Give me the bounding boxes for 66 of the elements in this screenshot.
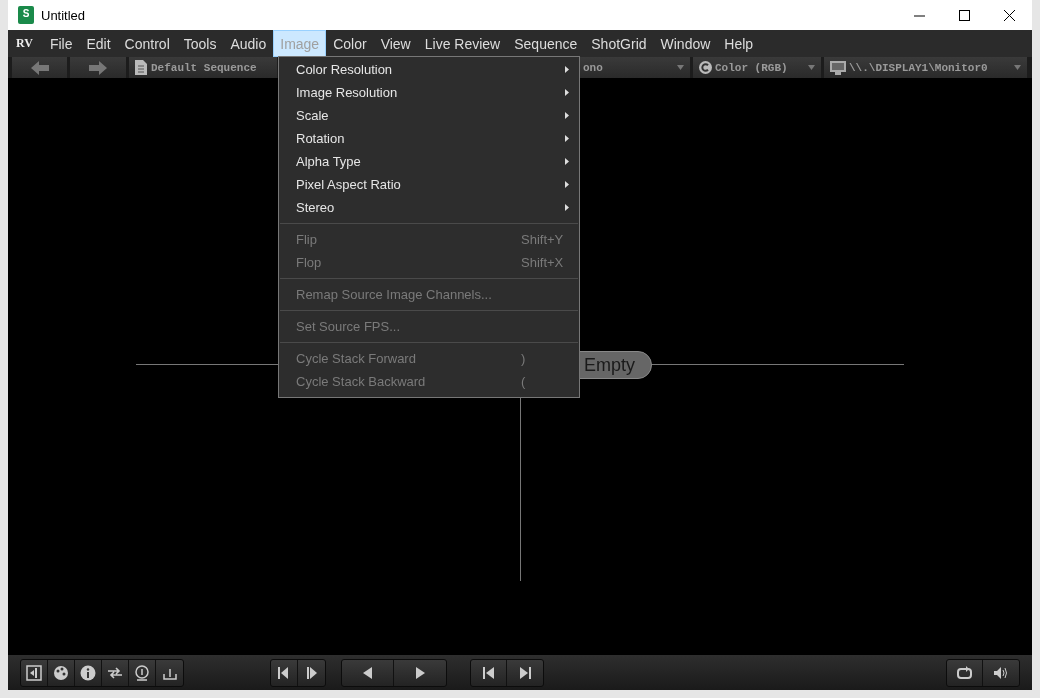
display-name: \\.\DISPLAY1\Monitor0: [849, 61, 988, 74]
menu-item[interactable]: Help: [717, 30, 761, 57]
submenu-item[interactable]: Stereo: [279, 196, 579, 219]
left-arrow-icon: [30, 60, 49, 75]
sidebar-icon: [26, 664, 42, 681]
submenu-arrow-icon: [565, 181, 569, 188]
color-dropdown[interactable]: Color (RGB): [693, 57, 821, 78]
color-icon: [699, 61, 712, 74]
color-mode: Color (RGB): [715, 61, 788, 74]
submenu-arrow-icon: [565, 204, 569, 211]
loop-icon: [956, 664, 973, 681]
menu-item[interactable]: Control: [117, 30, 177, 57]
menu-item[interactable]: File: [42, 30, 80, 57]
menu-item[interactable]: Audio: [223, 30, 274, 57]
shortcut-label: (: [521, 374, 527, 389]
submenu-item[interactable]: Image Resolution: [279, 81, 579, 104]
caret-icon: [808, 65, 815, 70]
maximize-icon[interactable]: [959, 9, 970, 21]
display-dropdown[interactable]: \\.\DISPLAY1\Monitor0: [824, 57, 1027, 78]
swap-icon: [107, 664, 123, 681]
menu-item[interactable]: Live Review: [417, 30, 508, 57]
menu-item[interactable]: Window: [653, 30, 718, 57]
close-icon[interactable]: [1004, 9, 1015, 21]
option-label: Cycle Stack Forward: [296, 351, 416, 366]
menu-item[interactable]: Sequence: [507, 30, 585, 57]
menu-item[interactable]: View: [373, 30, 418, 57]
caret-icon: [677, 65, 684, 70]
palette-icon: [53, 664, 69, 681]
document-icon: [135, 60, 147, 75]
shortcut-label: ): [521, 351, 527, 366]
monitor-icon: [830, 60, 846, 75]
sequence-dropdown[interactable]: Default Sequence: [129, 57, 277, 78]
app-icon: S: [18, 6, 34, 24]
submenu-arrow-icon: [565, 158, 569, 165]
submenu-item[interactable]: Color Resolution: [279, 58, 579, 81]
submenu-item[interactable]: Scale: [279, 104, 579, 127]
submenu-item[interactable]: Pixel Aspect Ratio: [279, 173, 579, 196]
option-label: Flop: [296, 255, 322, 270]
shortcut-label: Shift+Y: [521, 232, 565, 247]
first-frame-icon: [480, 664, 497, 681]
submenu-arrow-icon: [565, 112, 569, 119]
option-label: Flip: [296, 232, 317, 247]
window-title: Untitled: [41, 7, 87, 23]
caret-icon: [1014, 65, 1021, 70]
submenu-item[interactable]: Alpha Type: [279, 150, 579, 173]
option-label: Cycle Stack Backward: [296, 374, 426, 389]
menu-item[interactable]: Edit: [79, 30, 118, 57]
submenu-item[interactable]: Rotation: [279, 127, 579, 150]
right-arrow-icon: [89, 60, 107, 75]
info-icon: [80, 664, 96, 681]
shortcut-label: Shift+X: [521, 255, 565, 270]
option-label: Set Source FPS...: [296, 319, 401, 334]
menu-item[interactable]: ShotGrid: [584, 30, 654, 57]
option-label: Remap Source Image Channels...: [296, 287, 492, 302]
menu-item[interactable]: Color: [326, 30, 374, 57]
stereo-mode: ono: [583, 61, 603, 74]
forward-button[interactable]: [70, 57, 126, 78]
menu-item[interactable]: Tools: [176, 30, 224, 57]
frame-one-icon: [134, 664, 150, 681]
submenu-arrow-icon: [565, 89, 569, 96]
back-button[interactable]: [12, 57, 67, 78]
submenu-arrow-icon: [565, 66, 569, 73]
last-frame-icon: [517, 664, 533, 681]
submenu-arrow-icon: [565, 135, 569, 142]
app-logo: RV: [15, 35, 34, 52]
sequence-name: Default Sequence: [151, 61, 257, 74]
